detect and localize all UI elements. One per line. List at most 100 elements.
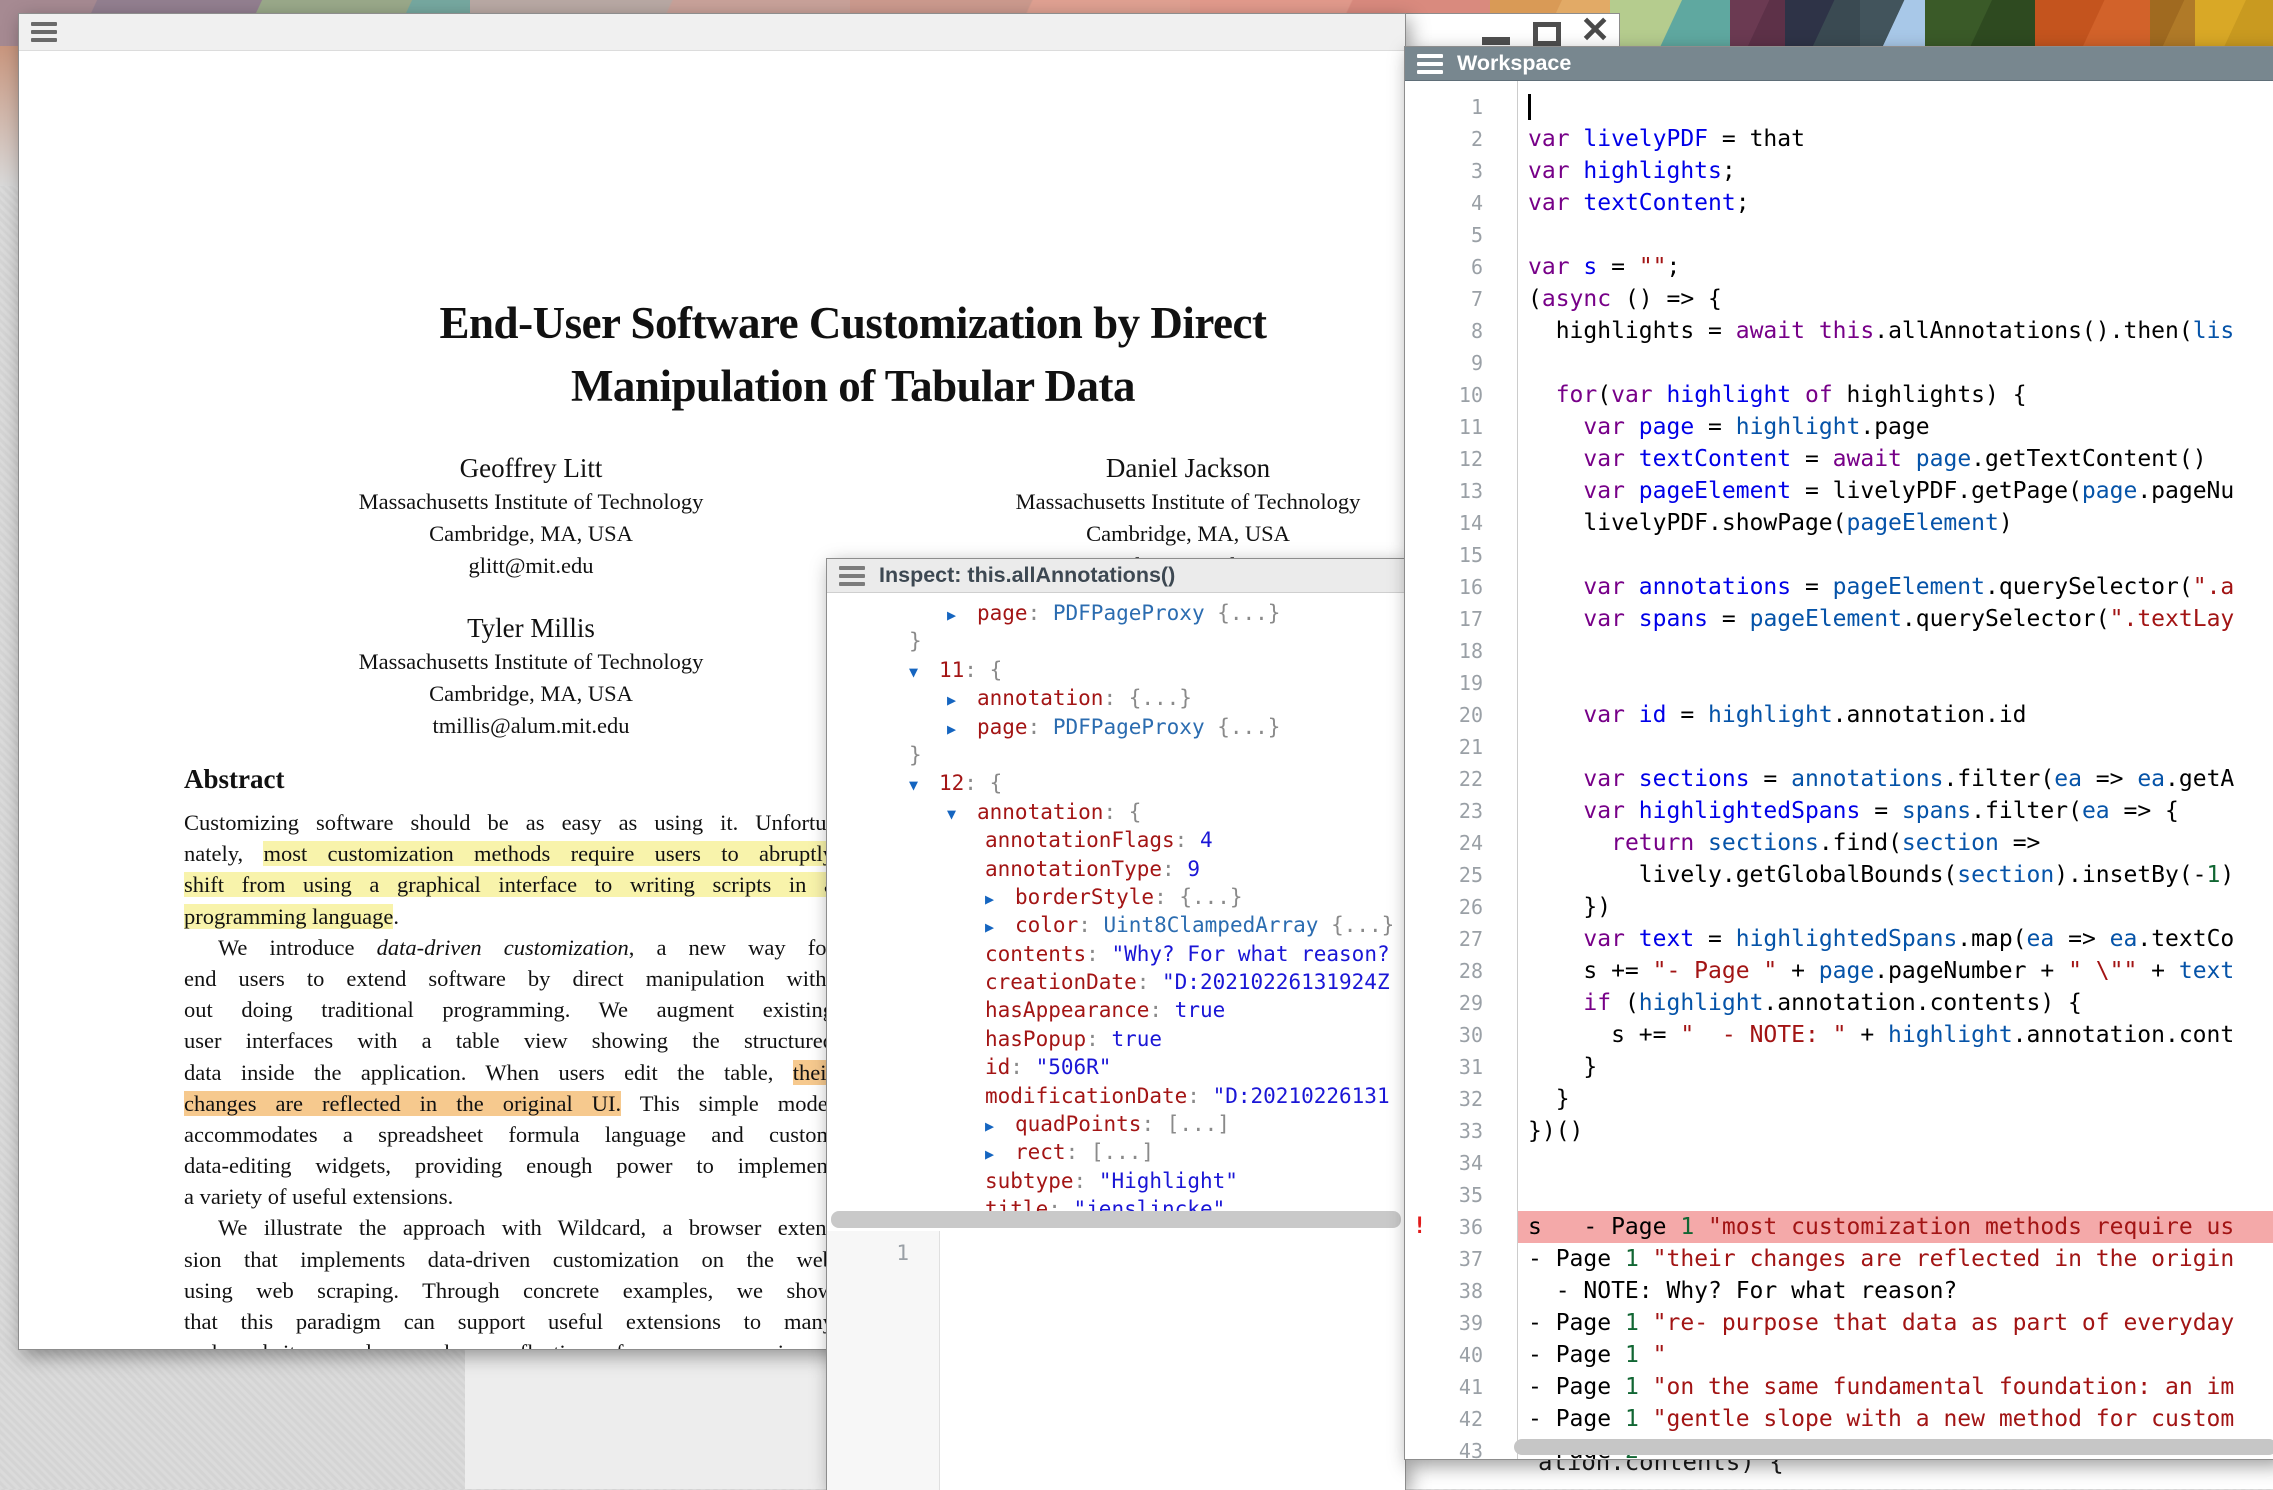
code-line[interactable]: (async () => { (1518, 283, 2273, 315)
code-line[interactable]: })() (1518, 1115, 2273, 1147)
inspector-row[interactable]: subtype: "Highlight" (827, 1167, 1405, 1195)
token-pln (1528, 830, 1611, 856)
inspector-scrollbar[interactable] (831, 1211, 1401, 1228)
token-def: spans (1639, 606, 1708, 632)
code-line[interactable] (1518, 635, 2273, 667)
inspector-row[interactable]: ▼annotation: { (827, 798, 1405, 826)
expand-icon[interactable]: ▶ (985, 885, 1015, 911)
workspace-titlebar[interactable]: Workspace (1405, 47, 2273, 81)
code-line[interactable]: var textContent = await page.getTextCont… (1518, 443, 2273, 475)
code-line[interactable]: return sections.find(section => (1518, 827, 2273, 859)
code-line[interactable] (1518, 219, 2273, 251)
abstract-line: shift from using a graphical interface t… (184, 869, 834, 900)
inspector-row[interactable]: hasPopup: true (827, 1025, 1405, 1053)
token-ref: lis (2193, 318, 2235, 344)
code-line[interactable]: s += "- Page " + page.pageNumber + " \""… (1518, 955, 2273, 987)
expand-icon[interactable]: ▶ (947, 686, 977, 712)
result-line[interactable]: s - Page 1 "most customization methods r… (1518, 1211, 2273, 1243)
token-pln: ) (1999, 510, 2013, 536)
inspector-row[interactable]: ▶color: Uint8ClampedArray {...} (827, 911, 1405, 939)
token-str: "their changes are reflected in the orig… (1653, 1246, 2235, 1272)
code-line[interactable]: for(var highlight of highlights) { (1518, 379, 2273, 411)
token-kw: var (1583, 478, 1625, 504)
code-line[interactable]: var highlights; (1518, 155, 2273, 187)
code-line[interactable]: var livelyPDF = that (1518, 123, 2273, 155)
code-line[interactable]: var spans = pageElement.querySelector(".… (1518, 603, 2273, 635)
token-pln: .filter( (1971, 798, 2082, 824)
code-line[interactable] (1518, 667, 2273, 699)
inspector-row[interactable]: ▶rect: [...] (827, 1138, 1405, 1166)
code-line[interactable]: var text = highlightedSpans.map(ea => ea… (1518, 923, 2273, 955)
wallpaper-tile (2150, 0, 2195, 50)
expand-icon[interactable]: ▶ (947, 715, 977, 741)
inspector-row[interactable]: ▶page: PDFPageProxy {...} (827, 713, 1405, 741)
code-line[interactable]: var textContent; (1518, 187, 2273, 219)
code-line[interactable]: lively.getGlobalBounds(section).insetBy(… (1518, 859, 2273, 891)
inspector-row[interactable]: modificationDate: "D:20210226131 (827, 1082, 1405, 1110)
maximize-button[interactable] (1530, 14, 1564, 47)
code-line[interactable]: var page = highlight.page (1518, 411, 2273, 443)
author-affiliation: Massachusetts Institute of Technology (908, 486, 1406, 518)
close-button[interactable]: ✕ (1580, 14, 1614, 47)
inspector-row[interactable]: annotationFlags: 4 (827, 826, 1405, 854)
code-line[interactable]: } (1518, 1083, 2273, 1115)
inspector-row[interactable]: ▼12: { (827, 769, 1405, 797)
code-line[interactable]: - NOTE: Why? For what reason? (1518, 1275, 2273, 1307)
code-line[interactable] (1518, 91, 2273, 123)
code-line[interactable]: - Page 1 " (1518, 1339, 2273, 1371)
abstract-segment: that this paradigm can support useful ex… (184, 1309, 834, 1334)
inspector-code-pane[interactable]: 1 (827, 1231, 1405, 1490)
pdf-window-menu-icon[interactable] (31, 22, 57, 42)
code-line[interactable] (1518, 539, 2273, 571)
inspector-row[interactable]: ▼11: { (827, 656, 1405, 684)
code-line[interactable]: var pageElement = livelyPDF.getPage(page… (1518, 475, 2273, 507)
expand-icon[interactable]: ▶ (985, 1112, 1015, 1138)
code-line[interactable] (1518, 731, 2273, 763)
code-line[interactable]: s += " - NOTE: " + highlight.annotation.… (1518, 1019, 2273, 1051)
code-line[interactable] (1518, 1179, 2273, 1211)
workspace-editor[interactable]: 1234567891011121314151617181920212223242… (1405, 81, 2273, 1459)
code-line[interactable]: - Page 1 "their changes are reflected in… (1518, 1243, 2273, 1275)
code-line[interactable]: if (highlight.annotation.contents) { (1518, 987, 2273, 1019)
code-line[interactable]: var annotations = pageElement.querySelec… (1518, 571, 2273, 603)
code-line[interactable]: - Page 1 "gentle slope with a new method… (1518, 1403, 2273, 1435)
inspector-row[interactable]: id: "506R" (827, 1053, 1405, 1081)
expand-icon[interactable]: ▶ (947, 601, 977, 627)
code-line[interactable]: var sections = annotations.filter(ea => … (1518, 763, 2273, 795)
inspector-row[interactable]: } (827, 741, 1405, 769)
token-ival: "D:20210226131 (1213, 1084, 1390, 1108)
code-line[interactable]: var id = highlight.annotation.id (1518, 699, 2273, 731)
minimize-button[interactable] (1480, 14, 1514, 47)
pdf-window-titlebar[interactable] (19, 14, 1405, 51)
inspector-row[interactable]: ▶quadPoints: [...] (827, 1110, 1405, 1138)
inspector-row[interactable]: contents: "Why? For what reason? (827, 940, 1405, 968)
token-pln: .filter( (1943, 766, 2054, 792)
inspector-titlebar[interactable]: Inspect: this.allAnnotations() (827, 559, 1405, 593)
inspector-row[interactable]: ▶borderStyle: {...} (827, 883, 1405, 911)
code-line[interactable]: livelyPDF.showPage(pageElement) (1518, 507, 2273, 539)
collapse-icon[interactable]: ▼ (909, 658, 939, 684)
inspector-row[interactable]: } (827, 627, 1405, 655)
collapse-icon[interactable]: ▼ (947, 800, 977, 826)
code-line[interactable]: var highlightedSpans = spans.filter(ea =… (1518, 795, 2273, 827)
inspector-menu-icon[interactable] (839, 566, 865, 586)
workspace-horizontal-scrollbar[interactable] (1514, 1439, 2273, 1455)
inspector-row[interactable]: hasAppearance: true (827, 996, 1405, 1024)
collapse-icon[interactable]: ▼ (909, 771, 939, 797)
expand-icon[interactable]: ▶ (985, 913, 1015, 939)
workspace-menu-icon[interactable] (1417, 54, 1443, 74)
expand-icon[interactable]: ▶ (985, 1140, 1015, 1166)
inspector-row[interactable]: creationDate: "D:20210226131924Z (827, 968, 1405, 996)
inspector-row[interactable]: ▶page: PDFPageProxy {...} (827, 599, 1405, 627)
code-line[interactable] (1518, 1147, 2273, 1179)
code-line[interactable]: - Page 1 "re- purpose that data as part … (1518, 1307, 2273, 1339)
code-line[interactable]: - Page 1 "on the same fundamental founda… (1518, 1371, 2273, 1403)
inspector-row[interactable]: ▶annotation: {...} (827, 684, 1405, 712)
code-line[interactable]: } (1518, 1051, 2273, 1083)
code-line[interactable]: highlights = await this.allAnnotations()… (1518, 315, 2273, 347)
inspector-row[interactable]: annotationType: 9 (827, 855, 1405, 883)
code-line[interactable]: }) (1518, 891, 2273, 923)
code-line[interactable]: var s = ""; (1518, 251, 2273, 283)
code-line[interactable] (1518, 347, 2273, 379)
line-number: 18 (1405, 635, 1483, 667)
